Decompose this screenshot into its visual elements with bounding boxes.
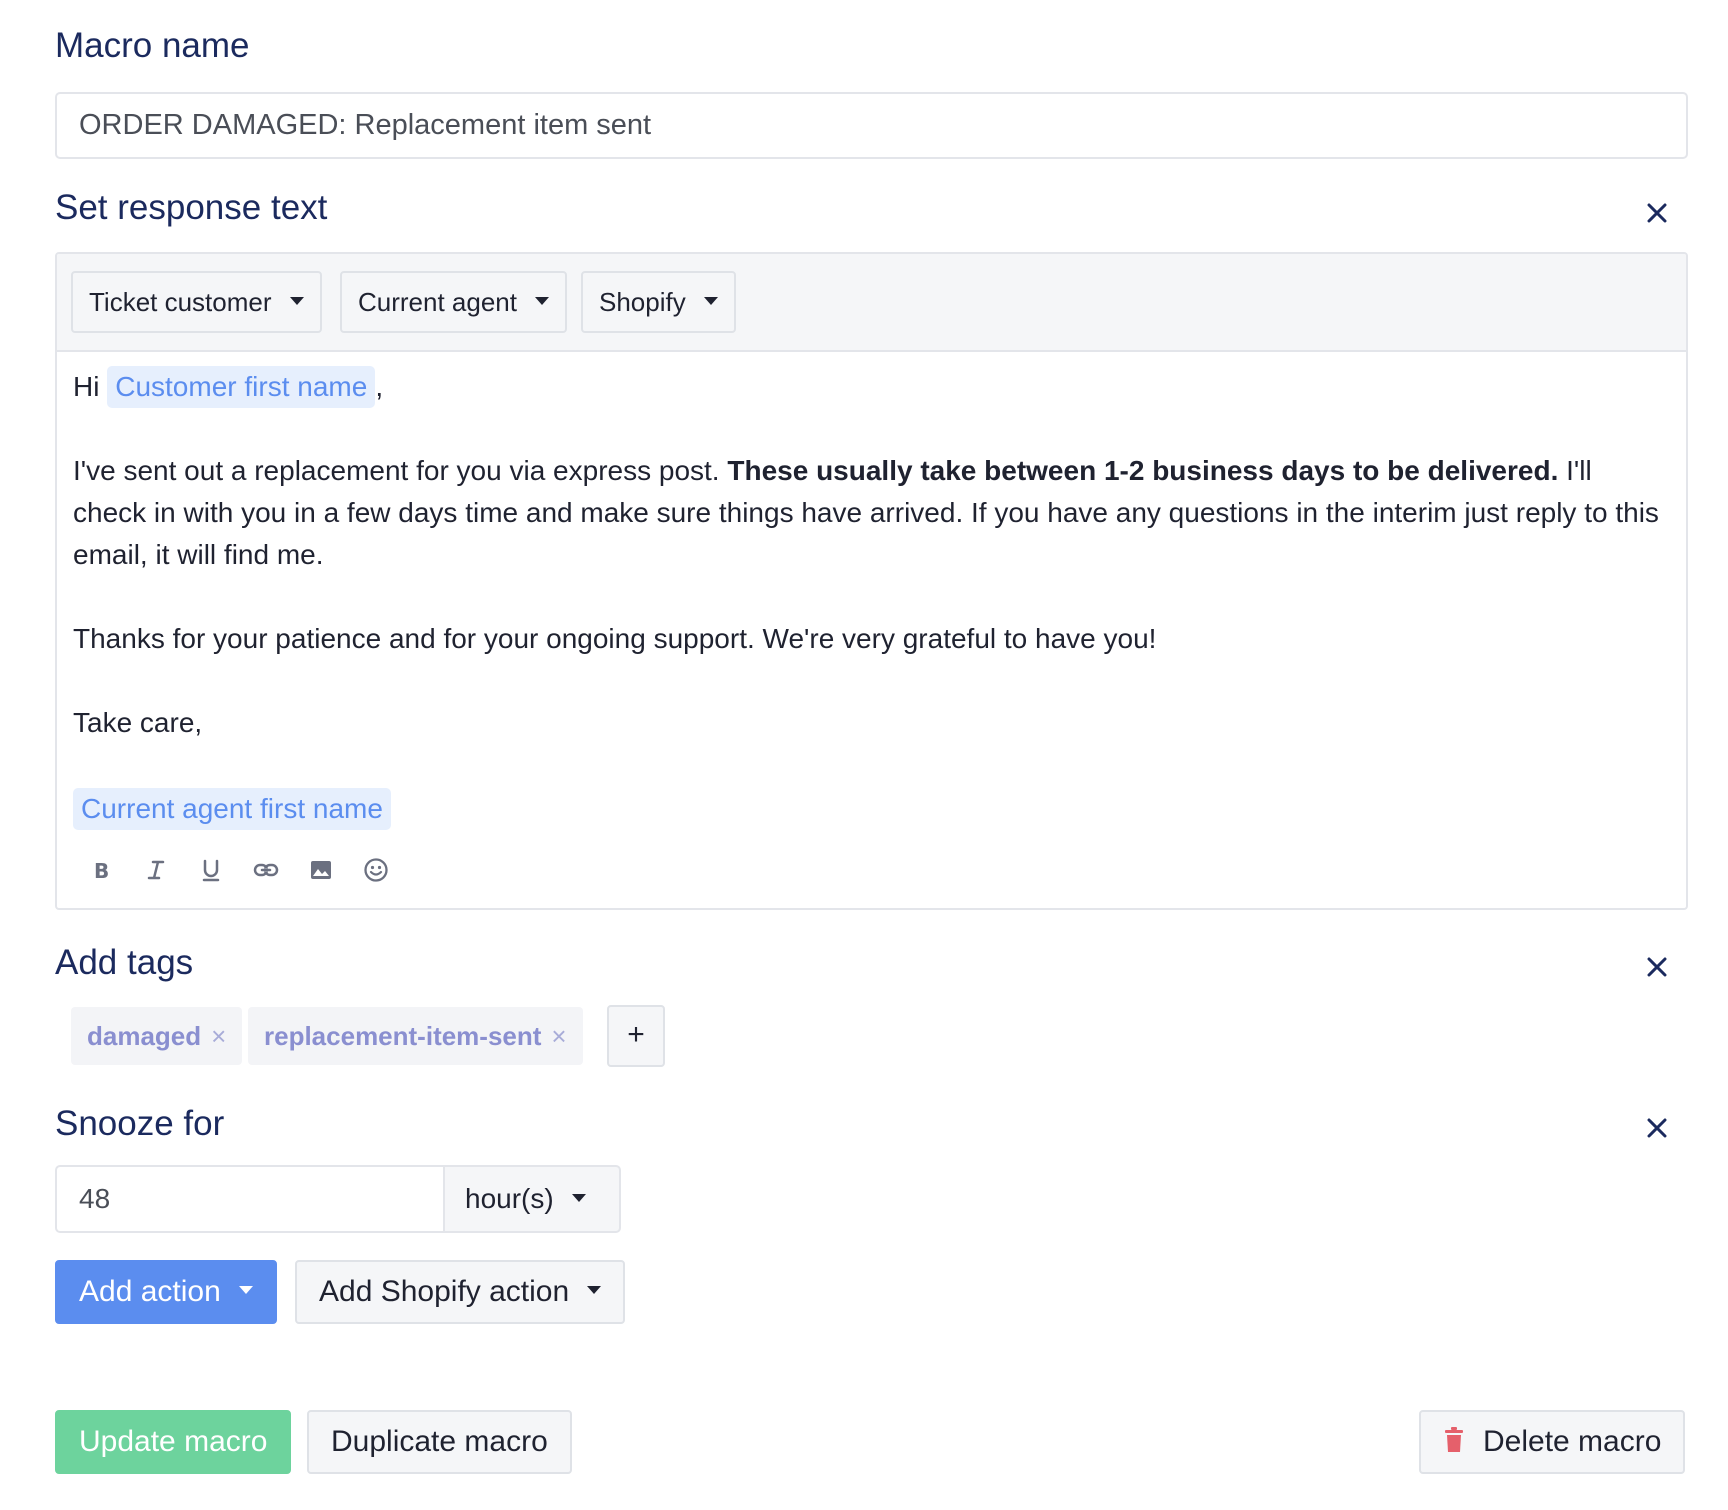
agent-line: Current agent first name [73, 788, 1662, 830]
snooze-heading: Snooze for [55, 1104, 225, 1143]
duplicate-macro-button[interactable]: Duplicate macro [307, 1410, 572, 1474]
response-editor: Ticket customer Current agent Shopify Hi… [55, 252, 1688, 910]
macro-name-input[interactable]: ORDER DAMAGED: Replacement item sent [55, 92, 1688, 159]
delete-macro-button[interactable]: Delete macro [1419, 1410, 1686, 1474]
bold-icon[interactable]: B [85, 854, 117, 886]
paragraph-1: I've sent out a replacement for you via … [73, 450, 1662, 576]
add-tag-button[interactable]: + [607, 1005, 665, 1067]
paragraph-2: Thanks for your patience and for your on… [73, 623, 1157, 654]
ticket-customer-label: Ticket customer [89, 287, 272, 317]
greeting-comma: , [375, 371, 384, 402]
shopify-dropdown[interactable]: Shopify [581, 271, 736, 333]
tag-replacement-item-sent: replacement-item-sent × [248, 1007, 583, 1065]
link-icon[interactable] [250, 854, 282, 886]
add-action-label: Add action [79, 1275, 221, 1308]
add-action-button[interactable]: Add action [55, 1260, 277, 1324]
customer-first-name-chip[interactable]: Customer first name [107, 366, 376, 408]
remove-snooze-close-icon[interactable] [1642, 1113, 1672, 1143]
remove-tag-icon[interactable]: × [551, 1021, 566, 1051]
shopify-label: Shopify [599, 287, 686, 317]
chevron-down-icon [587, 1286, 602, 1295]
remove-tags-close-icon[interactable] [1642, 952, 1672, 982]
chevron-down-icon [534, 297, 549, 306]
snooze-unit-dropdown[interactable]: hour(s) [443, 1165, 621, 1233]
signoff: Take care, [73, 707, 203, 738]
add-shopify-action-button[interactable]: Add Shopify action [295, 1260, 626, 1324]
add-shopify-action-label: Add Shopify action [319, 1275, 570, 1308]
ticket-customer-dropdown[interactable]: Ticket customer [71, 271, 322, 333]
chevron-down-icon [289, 297, 304, 306]
editor-content[interactable]: Hi Customer first name, I've sent out a … [73, 366, 1662, 830]
chevron-down-icon [703, 297, 718, 306]
macro-name-heading: Macro name [55, 26, 250, 65]
greeting-text: Hi [73, 371, 100, 402]
remove-response-text-close-icon[interactable] [1642, 198, 1672, 228]
trash-icon [1445, 1427, 1463, 1453]
delete-macro-label: Delete macro [1483, 1425, 1662, 1458]
tag-label: damaged [87, 1021, 202, 1051]
emoji-icon[interactable] [360, 854, 392, 886]
tag-label: replacement-item-sent [264, 1021, 542, 1051]
macro-editor: Macro name ORDER DAMAGED: Replacement it… [0, 0, 1728, 1510]
remove-tag-icon[interactable]: × [211, 1021, 226, 1051]
variable-toolbar: Ticket customer Current agent Shopify [57, 254, 1686, 352]
paragraph-1-text: I've sent out a replacement for you via … [73, 455, 728, 486]
image-icon[interactable] [305, 854, 337, 886]
current-agent-dropdown[interactable]: Current agent [340, 271, 567, 333]
current-agent-label: Current agent [358, 287, 517, 317]
snooze-unit-label: hour(s) [465, 1183, 554, 1214]
underline-icon[interactable] [195, 854, 227, 886]
format-toolbar: B [85, 850, 392, 890]
chevron-down-icon [238, 1286, 253, 1295]
paragraph-1-bold: These usually take between 1-2 business … [727, 455, 1559, 486]
snooze-duration-input[interactable]: 48 [55, 1165, 445, 1233]
response-text-heading: Set response text [55, 188, 328, 227]
current-agent-first-name-chip[interactable]: Current agent first name [73, 788, 391, 830]
chevron-down-icon [571, 1193, 586, 1202]
update-macro-button[interactable]: Update macro [55, 1410, 292, 1474]
italic-icon[interactable] [140, 854, 172, 886]
greeting-line: Hi Customer first name, [73, 366, 1662, 408]
add-tags-heading: Add tags [55, 943, 194, 982]
tag-damaged: damaged × [71, 1007, 243, 1065]
svg-text:B: B [94, 859, 109, 883]
